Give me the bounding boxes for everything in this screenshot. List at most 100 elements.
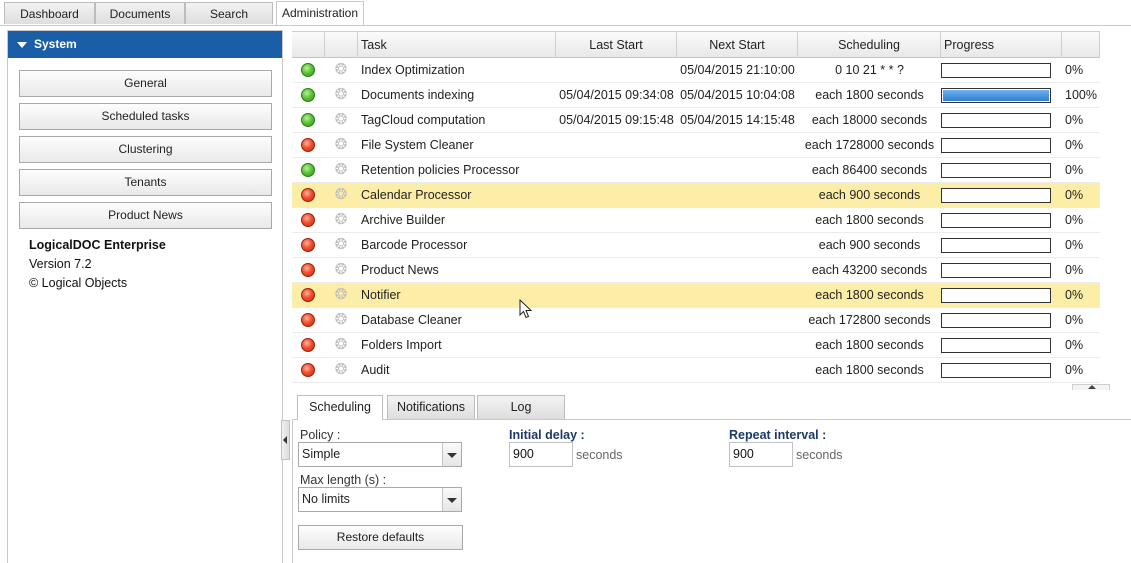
initial-delay-label: Initial delay : <box>509 428 585 442</box>
progress-bar <box>941 163 1051 178</box>
tab-dashboard[interactable]: Dashboard <box>4 2 95 24</box>
status-enabled-icon[interactable] <box>301 113 315 127</box>
tab-notifications[interactable]: Notifications <box>387 395 475 419</box>
table-row[interactable]: ❂ Barcode Processor each 900 seconds 0% <box>292 233 1100 258</box>
progress-bar <box>941 238 1051 253</box>
tab-log[interactable]: Log <box>477 395 565 419</box>
idle-spinner-icon: ❂ <box>334 186 348 203</box>
scheduling: each 43200 seconds <box>811 263 928 277</box>
progress-bar <box>941 288 1051 303</box>
task-name: Calendar Processor <box>361 188 472 202</box>
progress-text: 100% <box>1065 88 1097 102</box>
table-row[interactable]: ❂ Archive Builder each 1800 seconds 0% <box>292 208 1100 233</box>
scheduling-column-header[interactable]: Scheduling <box>798 32 941 58</box>
table-row[interactable]: ❂ Audit each 1800 seconds 0% <box>292 358 1100 383</box>
tab-administration[interactable]: Administration <box>276 1 364 25</box>
progress-bar <box>941 188 1051 203</box>
idle-spinner-icon: ❂ <box>334 111 348 128</box>
last-start: 05/04/2015 09:15:48 <box>559 113 674 127</box>
next-start-column-header[interactable]: Next Start <box>677 32 798 58</box>
last-start <box>556 358 677 382</box>
table-row[interactable]: ❂ File System Cleaner each 1728000 seconds… <box>292 133 1100 158</box>
chevron-down-icon[interactable] <box>442 443 461 466</box>
task-name: Retention policies Processor <box>361 163 520 177</box>
last-start <box>556 233 677 257</box>
restore-defaults-button[interactable]: Restore defaults <box>298 525 463 550</box>
progress-text: 0% <box>1065 238 1084 252</box>
table-row[interactable]: ❂ TagCloud computation 05/04/2015 09:15:48… <box>292 108 1100 133</box>
status-disabled-icon[interactable] <box>301 288 315 302</box>
clustering-button[interactable]: Clustering <box>19 136 272 163</box>
table-row[interactable]: ❂ Database Cleaner each 172800 seconds 0% <box>292 308 1100 333</box>
next-start <box>677 133 798 157</box>
scheduled-tasks-button[interactable]: Scheduled tasks <box>19 103 272 130</box>
status-disabled-icon[interactable] <box>301 188 315 202</box>
task-name: TagCloud computation <box>361 113 486 127</box>
idle-spinner-icon: ❂ <box>334 86 348 103</box>
task-name: Product News <box>361 263 439 277</box>
table-row[interactable]: ❂ Folders Import each 1800 seconds 0% <box>292 333 1100 358</box>
status-disabled-icon[interactable] <box>301 313 315 327</box>
task-column-header[interactable]: Task <box>358 32 556 58</box>
task-name: Archive Builder <box>361 213 446 227</box>
policy-label: Policy : <box>300 428 341 442</box>
policy-select[interactable]: Simple <box>298 442 462 467</box>
idle-spinner-icon: ❂ <box>334 286 348 303</box>
status-disabled-icon[interactable] <box>301 138 315 152</box>
status-disabled-icon[interactable] <box>301 238 315 252</box>
table-row[interactable]: ❂ Notifier each 1800 seconds 0% <box>292 283 1100 308</box>
scheduling: each 900 seconds <box>818 238 921 252</box>
progress-column-header[interactable]: Progress <box>941 32 1062 58</box>
panel-resize-handle[interactable] <box>1072 384 1110 390</box>
tab-search[interactable]: Search <box>185 2 273 24</box>
chevron-down-icon[interactable] <box>442 488 461 511</box>
next-start <box>677 208 798 232</box>
repeat-interval-input[interactable]: 900 <box>729 442 793 467</box>
status-enabled-icon[interactable] <box>301 63 315 77</box>
extra-column-header <box>1062 32 1100 58</box>
table-row[interactable]: ❂ Documents indexing 05/04/2015 09:34:08 05… <box>292 83 1100 108</box>
policy-value: Simple <box>302 447 341 461</box>
idle-spinner-icon: ❂ <box>334 311 348 328</box>
last-start <box>556 258 677 282</box>
progress-bar <box>941 63 1051 78</box>
status-disabled-icon[interactable] <box>301 263 315 277</box>
progress-text: 0% <box>1065 288 1084 302</box>
running-column-header[interactable] <box>325 32 358 58</box>
system-section-header[interactable]: System <box>8 31 282 58</box>
tab-scheduling[interactable]: Scheduling <box>297 395 383 420</box>
status-disabled-icon[interactable] <box>301 213 315 227</box>
progress-text: 0% <box>1065 313 1084 327</box>
table-row[interactable]: ❂ Index Optimization 05/04/2015 21:10:00 0 … <box>292 58 1100 83</box>
status-disabled-icon[interactable] <box>301 338 315 352</box>
max-length-select[interactable]: No limits <box>298 487 462 512</box>
task-name: Folders Import <box>361 338 442 352</box>
next-start <box>677 183 798 207</box>
status-enabled-icon[interactable] <box>301 88 315 102</box>
progress-text: 0% <box>1065 213 1084 227</box>
last-start-column-header[interactable]: Last Start <box>556 32 677 58</box>
collapse-left-panel-button[interactable] <box>281 420 290 460</box>
next-start: 05/04/2015 14:15:48 <box>680 113 795 127</box>
status-column-header[interactable] <box>292 32 325 58</box>
scheduling: each 18000 seconds <box>811 113 928 127</box>
product-name: LogicalDOC Enterprise <box>29 238 166 252</box>
task-name: File System Cleaner <box>361 138 474 152</box>
last-start <box>556 208 677 232</box>
table-row[interactable]: ❂ Calendar Processor each 900 seconds 0% <box>292 183 1100 208</box>
scheduling: each 1800 seconds <box>815 288 924 302</box>
copyright-text: © Logical Objects <box>29 276 128 290</box>
progress-bar <box>941 88 1051 103</box>
status-enabled-icon[interactable] <box>301 163 315 177</box>
initial-delay-input[interactable]: 900 <box>509 442 573 467</box>
mouse-cursor-icon <box>519 299 533 319</box>
tenants-button[interactable]: Tenants <box>19 169 272 196</box>
progress-text: 0% <box>1065 138 1084 152</box>
table-row[interactable]: ❂ Product News each 43200 seconds 0% <box>292 258 1100 283</box>
tab-documents[interactable]: Documents <box>95 2 185 24</box>
table-row[interactable]: ❂ Retention policies Processor each 86400 … <box>292 158 1100 183</box>
general-button[interactable]: General <box>19 70 272 97</box>
status-disabled-icon[interactable] <box>301 363 315 377</box>
idle-spinner-icon: ❂ <box>334 211 348 228</box>
product-news-button[interactable]: Product News <box>19 202 272 229</box>
